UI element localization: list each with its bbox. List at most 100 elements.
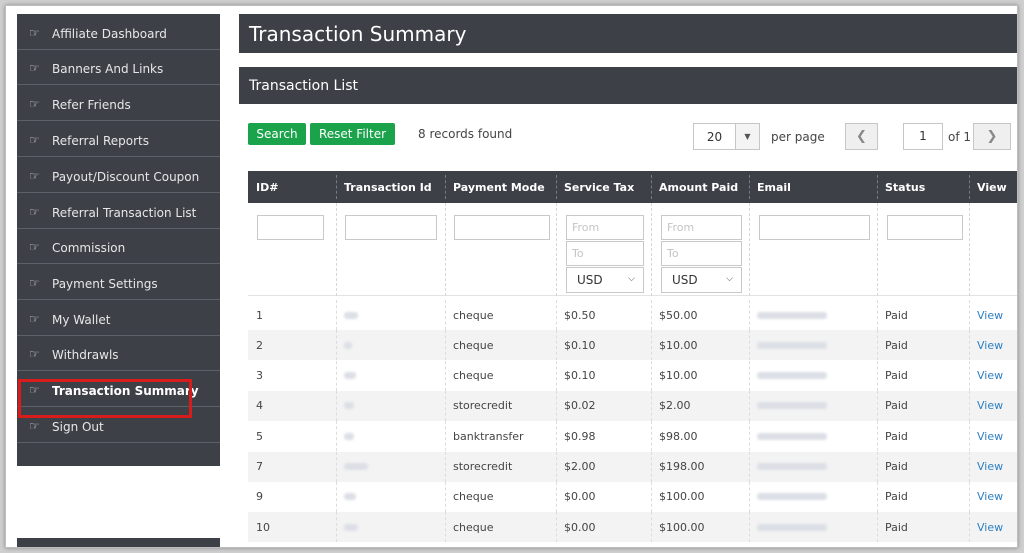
column-header-view[interactable]: View [969,171,1017,203]
view-link[interactable]: View [969,391,1017,421]
transaction-id-cell [336,300,445,330]
column-divider [969,175,970,199]
view-link[interactable]: View [969,482,1017,512]
sidebar-item-payment-settings[interactable]: ☞ Payment Settings [17,264,220,300]
column-header-id[interactable]: ID# [248,171,336,203]
sidebar-item-withdrawls[interactable]: ☞ Withdrawls [17,335,220,371]
column-header-payment-mode[interactable]: Payment Mode [445,171,556,203]
view-link[interactable]: View [969,300,1017,330]
sidebar-item-label: Affiliate Dashboard [52,26,167,41]
column-divider [445,360,446,391]
pointing-hand-icon: ☞ [29,61,40,75]
column-divider [651,175,652,199]
transaction-id-filter-input[interactable] [345,215,437,240]
pointing-hand-icon: ☞ [29,240,40,254]
column-header-email[interactable]: Email [749,171,877,203]
column-divider [556,421,557,452]
status-cell: Paid [885,490,908,504]
sidebar-item-label: Referral Reports [52,133,149,148]
transaction-id-cell [336,391,445,421]
sidebar-item-payout-discount-coupon[interactable]: ☞ Payout/Discount Coupon [17,157,220,193]
per-page-label: per page [771,130,825,144]
sidebar-item-banners-and-links[interactable]: ☞ Banners And Links [17,49,220,85]
column-divider [336,390,337,421]
sidebar-item-referral-reports[interactable]: ☞ Referral Reports [17,121,220,157]
per-page-select[interactable]: 20 ▼ [693,123,760,150]
amount-currency-select[interactable]: USD ⌵ [661,267,742,293]
view-link[interactable]: View [969,452,1017,482]
table-row: 10 cheque $0.00 $100.00 Paid View [248,512,1017,543]
view-link[interactable]: View [969,512,1017,542]
email-filter-input[interactable] [759,215,870,240]
column-header-service-tax[interactable]: Service Tax [556,171,651,203]
amount-cell: $10.00 [659,338,698,352]
search-button[interactable]: Search [248,123,306,145]
amount-to-input[interactable]: To [661,241,742,266]
email-cell [749,421,877,451]
sidebar-item-label: My Wallet [52,312,111,327]
pointing-hand-icon: ☞ [29,205,40,219]
caret-down-icon: ▼ [735,124,759,149]
column-divider [969,300,970,330]
email-cell [749,391,877,421]
status-filter-input[interactable] [887,215,963,240]
sidebar-item-my-wallet[interactable]: ☞ My Wallet [17,300,220,336]
id-cell: 9 [256,490,263,504]
column-divider [556,300,557,330]
status-cell: Paid [885,338,908,352]
section-header: Transaction List [239,67,1017,104]
pointing-hand-icon: ☞ [29,276,40,290]
status-cell: Paid [885,308,908,322]
service-tax-from-input[interactable]: From [566,215,644,240]
column-header-transaction-id[interactable]: Transaction Id [336,171,445,203]
column-header-amount-paid[interactable]: Amount Paid [651,171,749,203]
column-divider [651,481,652,512]
mode-cell: storecredit [453,399,513,413]
table-row: 1 cheque $0.50 $50.00 Paid View [248,300,1017,330]
column-divider [877,481,878,512]
view-link[interactable]: View [969,421,1017,451]
column-divider [336,175,337,199]
mode-cell: cheque [453,338,494,352]
table-row: 2 cheque $0.10 $10.00 Paid View [248,330,1017,361]
payment-mode-filter-input[interactable] [454,215,550,240]
column-divider [749,421,750,452]
id-cell: 3 [256,369,263,383]
column-divider [445,451,446,482]
sidebar-item-referral-transaction-list[interactable]: ☞ Referral Transaction List [17,193,220,229]
service-tax-to-input[interactable]: To [566,241,644,266]
table-row: 7 storecredit $2.00 $198.00 Paid View [248,451,1017,482]
sidebar-item-affiliate-dashboard[interactable]: ☞ Affiliate Dashboard [17,14,220,50]
prev-page-button[interactable]: ❮ [845,123,878,150]
amount-from-input[interactable]: From [661,215,742,240]
column-divider [445,175,446,199]
pointing-hand-icon: ☞ [29,419,40,433]
id-filter-input[interactable] [257,215,324,240]
page-number-input[interactable]: 1 [903,123,943,150]
chevron-down-icon: ⌵ [628,274,635,284]
sidebar-item-commission[interactable]: ☞ Commission [17,228,220,264]
pointing-hand-icon: ☞ [29,169,40,183]
chevron-left-icon: ❮ [856,129,867,144]
column-divider [336,300,337,330]
column-header-status[interactable]: Status [877,171,969,203]
reset-filter-button[interactable]: Reset Filter [310,123,395,145]
records-count: 8 records found [418,127,513,141]
pointing-hand-icon: ☞ [29,133,40,147]
tax-cell: $0.02 [564,399,596,413]
column-divider [336,330,337,361]
sidebar-item-label: Refer Friends [52,97,131,112]
column-divider [556,360,557,391]
column-divider [749,512,750,543]
view-link[interactable]: View [969,330,1017,360]
transaction-id-cell [336,361,445,391]
column-divider [749,360,750,391]
amount-cell: $2.00 [659,399,691,413]
view-link[interactable]: View [969,361,1017,391]
sidebar-item-refer-friends[interactable]: ☞ Refer Friends [17,85,220,121]
service-tax-currency-select[interactable]: USD ⌵ [566,267,644,293]
next-page-button[interactable]: ❯ [973,123,1011,150]
column-divider [969,481,970,512]
column-divider [877,360,878,391]
mode-cell: cheque [453,490,494,504]
